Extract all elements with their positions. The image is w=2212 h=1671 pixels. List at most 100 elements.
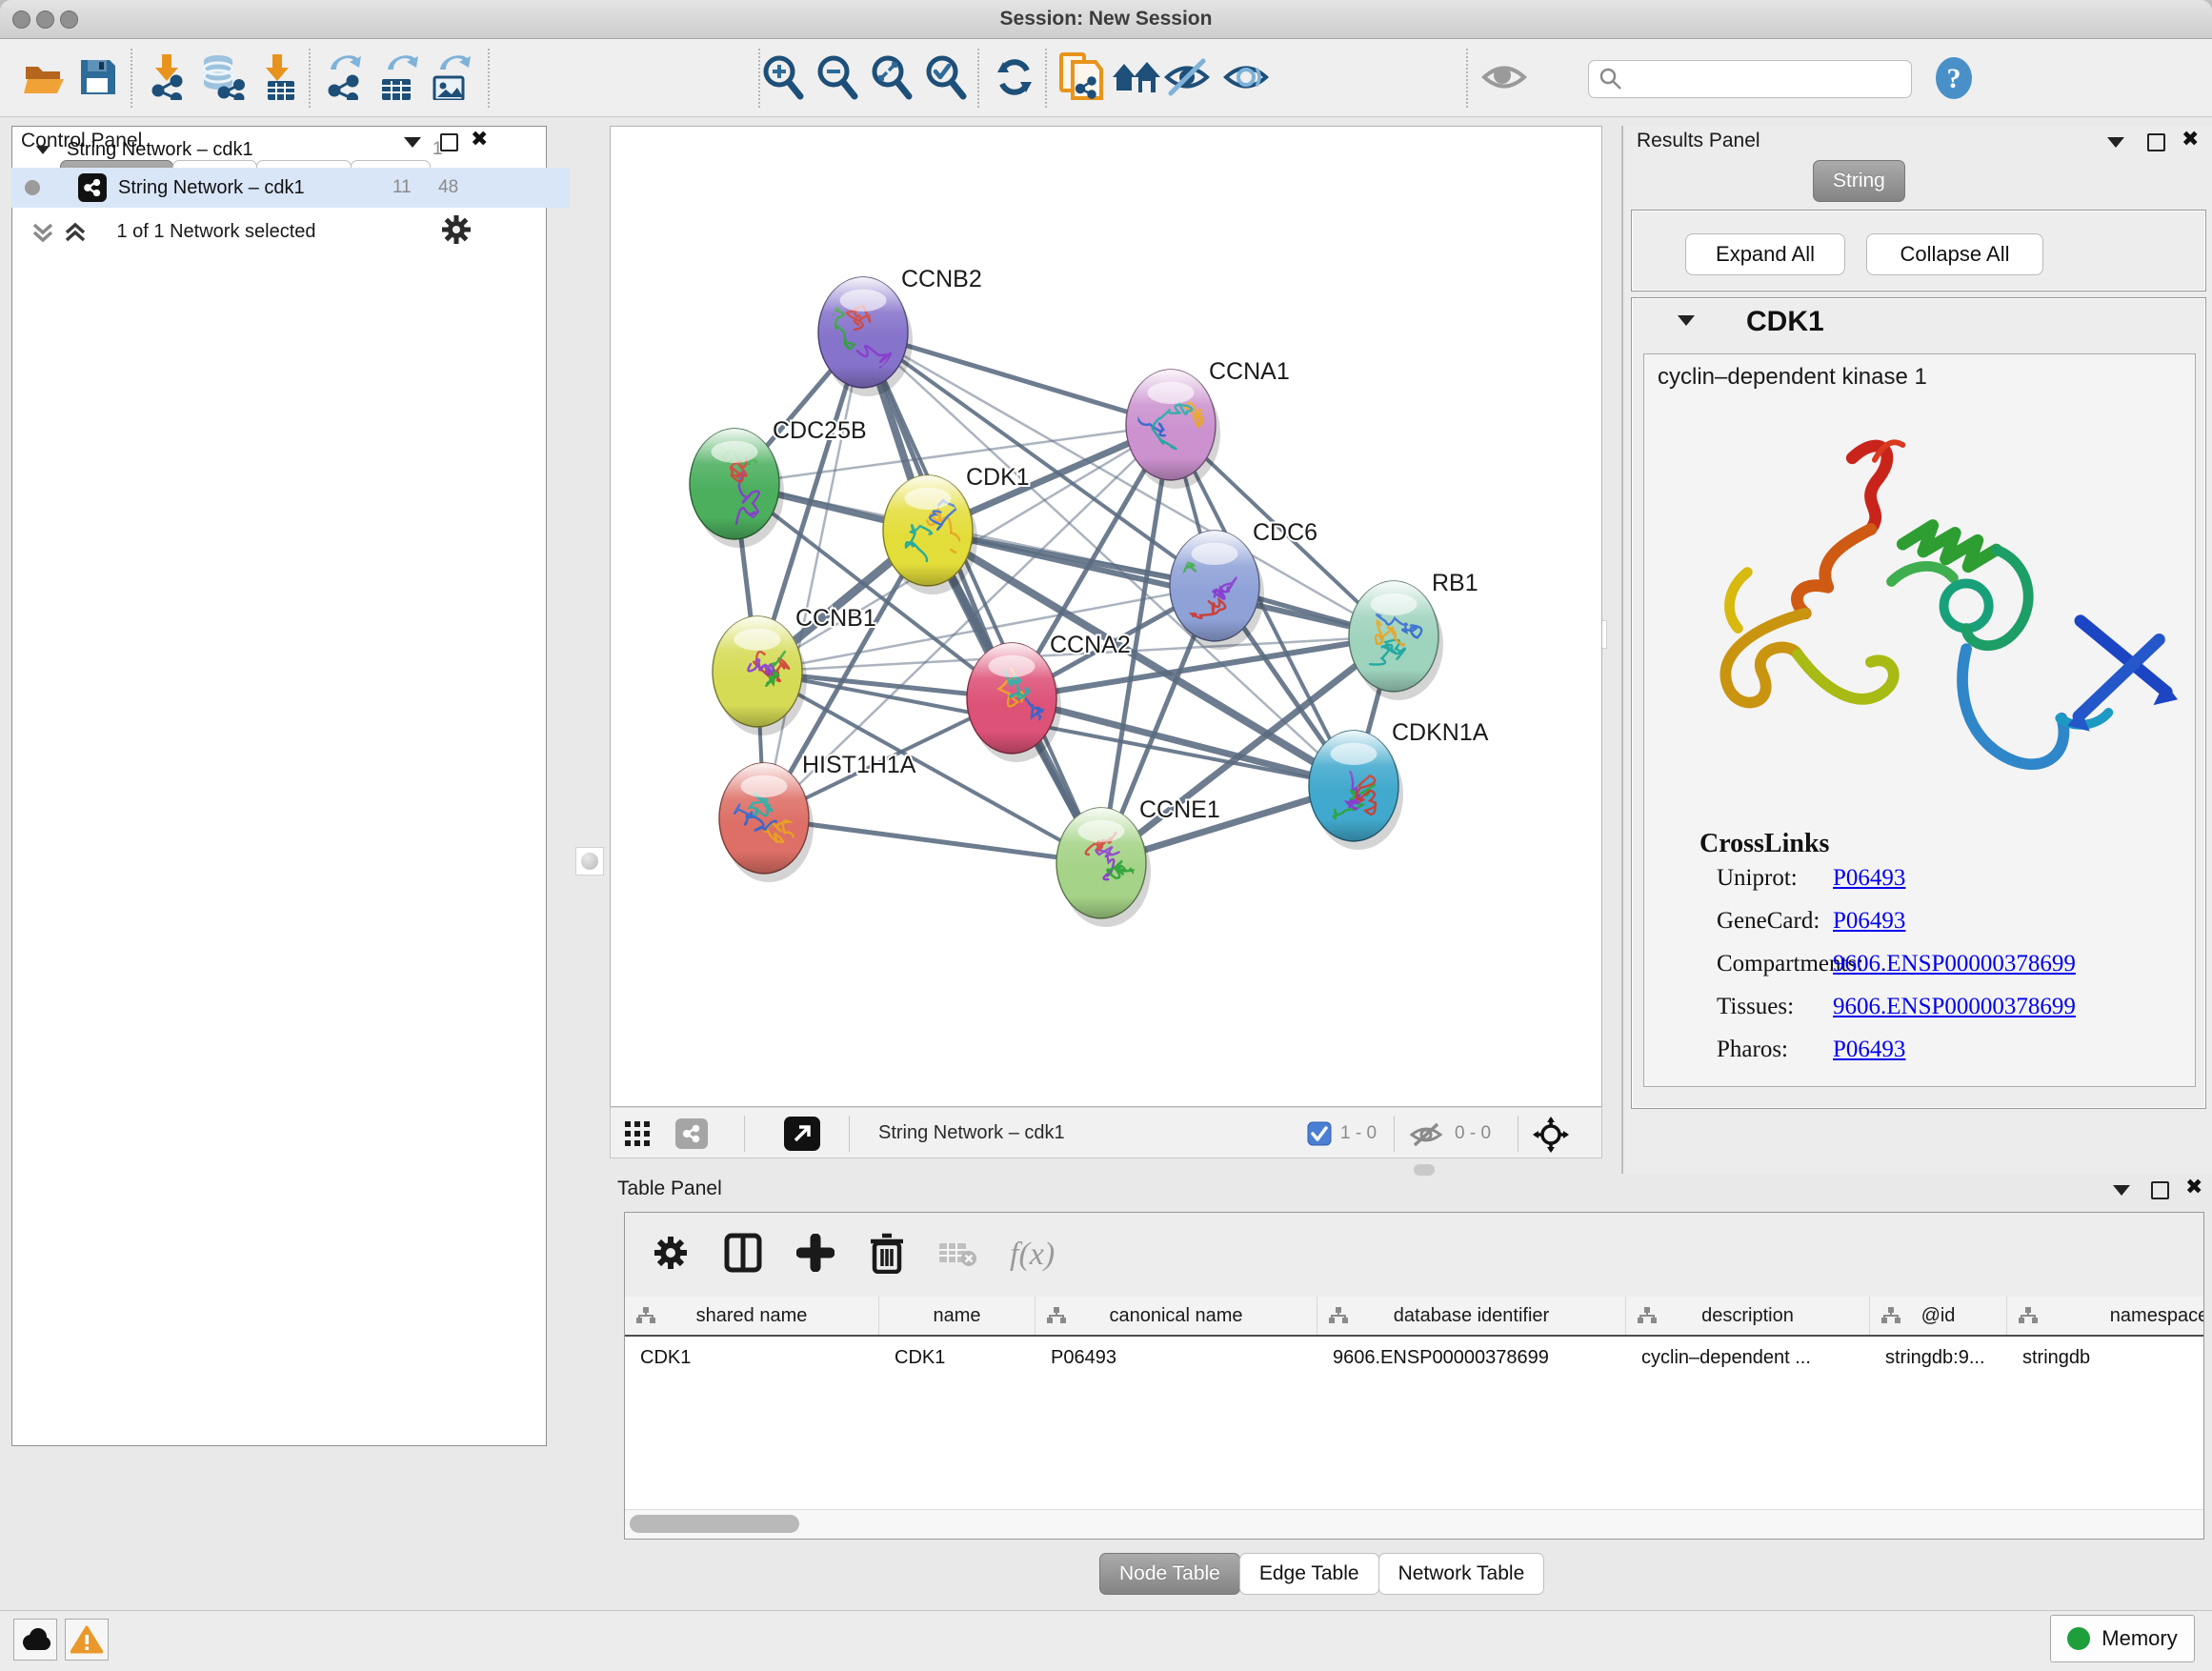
- column-header-database-identifier[interactable]: database identifier: [1317, 1297, 1626, 1335]
- node-CCNB1[interactable]: CCNB1: [713, 605, 876, 735]
- collapse-all-button[interactable]: Collapse All: [1866, 233, 2043, 275]
- tab-network-table[interactable]: Network Table: [1378, 1553, 1545, 1595]
- export-network-icon[interactable]: [320, 52, 370, 102]
- table-panel-close-icon[interactable]: ✖: [2185, 1180, 2202, 1195]
- node-CCNA1[interactable]: CCNA1: [1117, 358, 1290, 489]
- table-cell[interactable]: cyclin–dependent ...: [1626, 1339, 1870, 1377]
- node-label-CCNE1: CCNE1: [1139, 796, 1220, 823]
- duplicate-network-icon[interactable]: [1056, 52, 1106, 102]
- import-table-icon[interactable]: [254, 52, 304, 102]
- edge-HIST1H1A-CCNE1[interactable]: [764, 818, 1101, 863]
- delete-column-icon[interactable]: [869, 1232, 905, 1278]
- table-cell[interactable]: P06493: [1036, 1339, 1317, 1377]
- zoom-fit-icon[interactable]: [866, 52, 915, 102]
- table-horizontal-scrollbar[interactable]: [625, 1509, 2203, 1539]
- hidden-eye-icon[interactable]: [1409, 1121, 1447, 1153]
- scrollbar-thumb[interactable]: [630, 1515, 799, 1533]
- node-CCNB2[interactable]: CCNB2: [818, 266, 982, 396]
- column-header--id[interactable]: @id: [1870, 1297, 2007, 1335]
- export-table-icon[interactable]: [372, 52, 422, 102]
- crosslink-label: Pharos:: [1717, 1037, 1788, 1063]
- crosslink-link[interactable]: 9606.ENSP00000378699: [1833, 994, 2076, 1020]
- node-CCNE1[interactable]: CCNE1: [1056, 796, 1220, 927]
- birdseye-navigator-icon[interactable]: [1533, 1117, 1569, 1158]
- toolbar-separator: [488, 49, 490, 108]
- zoom-in-icon[interactable]: [757, 52, 807, 102]
- node-CCNA2[interactable]: CCNA2: [967, 632, 1131, 762]
- grid-view-icon[interactable]: [624, 1120, 651, 1152]
- column-header-namespace[interactable]: namespace: [2007, 1297, 2203, 1335]
- help-icon[interactable]: ?: [1932, 56, 1976, 105]
- gene-detail-box: cyclin–dependent kinase 1: [1643, 353, 2196, 1087]
- network-share-view-icon[interactable]: [675, 1118, 708, 1149]
- node-CDC6[interactable]: CDC6: [1167, 519, 1317, 650]
- tab-node-table[interactable]: Node Table: [1099, 1553, 1240, 1595]
- open-session-icon[interactable]: [20, 52, 70, 102]
- tab-edge-table[interactable]: Edge Table: [1239, 1553, 1379, 1595]
- zoom-selected-icon[interactable]: [920, 52, 970, 102]
- left-splitter-handle[interactable]: [575, 847, 604, 876]
- crosslink-link[interactable]: 9606.ENSP00000378699: [1833, 951, 2076, 977]
- column-header-name[interactable]: name: [879, 1297, 1036, 1335]
- zoom-out-icon[interactable]: [812, 52, 861, 102]
- gene-description: cyclin–dependent kinase 1: [1658, 364, 1927, 391]
- memory-button[interactable]: Memory: [2050, 1615, 2195, 1662]
- table-cell[interactable]: stringdb: [2007, 1339, 2204, 1377]
- show-columns-icon[interactable]: [724, 1233, 762, 1278]
- table-row[interactable]: CDK1CDK1P064939606.ENSP00000378699cyclin…: [625, 1339, 2203, 1377]
- home-legacy-view-icon[interactable]: [1111, 52, 1160, 102]
- node-HIST1H1A[interactable]: HIST1H1A: [719, 752, 916, 882]
- expand-all-button[interactable]: Expand All: [1685, 233, 1845, 275]
- node-CDKN1A[interactable]: CDKN1A: [1309, 719, 1489, 850]
- detach-view-icon[interactable]: [784, 1117, 820, 1151]
- column-header-canonical-name[interactable]: canonical name: [1036, 1297, 1317, 1335]
- table-panel-float-icon[interactable]: [2113, 1185, 2130, 1196]
- network-row-selected[interactable]: String Network – cdk1 11 48: [11, 168, 570, 208]
- show-graphics-details-icon[interactable]: [1221, 52, 1271, 102]
- collection-disclosure-icon[interactable]: [34, 145, 51, 155]
- cloud-status-icon[interactable]: [13, 1619, 57, 1661]
- export-image-icon[interactable]: [425, 52, 474, 102]
- collection-label: String Network – cdk1: [67, 139, 253, 161]
- network-graph[interactable]: CCNB2CCNA1CDC25BCDK1CDC6RB1CCNB1CCNA2CDK…: [611, 127, 1601, 1106]
- save-session-icon[interactable]: [73, 52, 123, 102]
- toolbar-search[interactable]: [1588, 60, 1912, 98]
- network-collection-row[interactable]: String Network – cdk1 1: [11, 130, 570, 170]
- import-network-icon[interactable]: [143, 52, 192, 102]
- results-panel-maximize-icon[interactable]: [2147, 133, 2165, 151]
- network-options-gear-icon[interactable]: [440, 213, 473, 251]
- node-RB1[interactable]: RB1: [1349, 570, 1478, 700]
- network-canvas[interactable]: CCNB2CCNA1CDC25BCDK1CDC6RB1CCNB1CCNA2CDK…: [610, 126, 1602, 1107]
- table-cell[interactable]: CDK1: [625, 1339, 879, 1377]
- crosslink-row: Tissues:9606.ENSP00000378699: [1644, 994, 2197, 1037]
- table-options-gear-icon[interactable]: [652, 1234, 690, 1277]
- edge-CCNB2-HIST1H1A[interactable]: [764, 332, 863, 818]
- edge-CCNB2-CCNE1[interactable]: [863, 332, 1101, 863]
- column-header-shared-name[interactable]: shared name: [625, 1297, 879, 1335]
- collection-count: 1: [432, 139, 443, 160]
- node-CDC25B[interactable]: CDC25B: [690, 417, 867, 548]
- import-network-from-database-icon[interactable]: [197, 52, 247, 102]
- table-header-row[interactable]: shared namenamecanonical namedatabase id…: [625, 1297, 2203, 1337]
- refresh-icon[interactable]: [990, 52, 1039, 102]
- selected-checkbox-icon[interactable]: [1307, 1121, 1332, 1151]
- table-cell[interactable]: stringdb:9...: [1870, 1339, 2007, 1377]
- gene-disclosure-icon[interactable]: [1678, 315, 1695, 326]
- table-panel-maximize-icon[interactable]: [2151, 1181, 2169, 1199]
- crosslink-link[interactable]: P06493: [1833, 1037, 1905, 1063]
- column-header-description[interactable]: description: [1626, 1297, 1870, 1335]
- hide-graphics-details-icon[interactable]: [1162, 52, 1212, 102]
- crosslink-link[interactable]: P06493: [1833, 908, 1905, 935]
- tab-string[interactable]: String: [1813, 160, 1905, 202]
- crosslink-link[interactable]: P06493: [1833, 865, 1905, 892]
- crosslink-row: Uniprot:P06493: [1644, 865, 2197, 908]
- results-panel-float-icon[interactable]: [2107, 137, 2124, 148]
- table-cell[interactable]: CDK1: [879, 1339, 1036, 1377]
- search-input[interactable]: [1623, 68, 1894, 91]
- column-model-icon: [1329, 1307, 1348, 1324]
- add-column-icon[interactable]: [796, 1234, 835, 1277]
- table-cell[interactable]: 9606.ENSP00000378699: [1317, 1339, 1626, 1377]
- crosslinks-title: CrossLinks: [1699, 829, 1829, 859]
- results-panel-close-icon[interactable]: ✖: [2182, 132, 2199, 147]
- warning-status-icon[interactable]: [65, 1619, 109, 1661]
